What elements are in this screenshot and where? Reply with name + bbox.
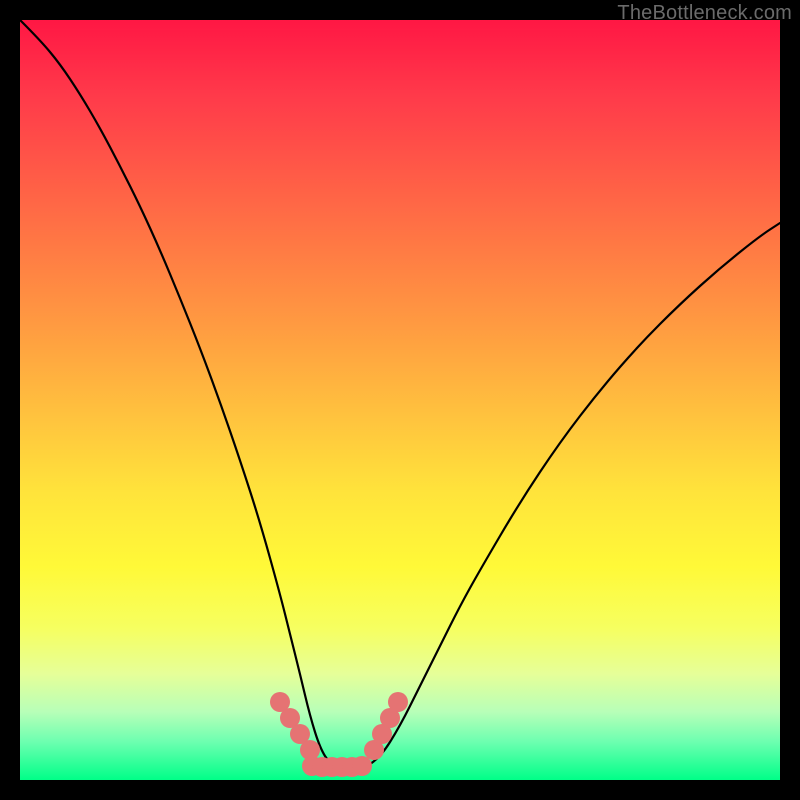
chart-svg <box>20 20 780 780</box>
plot-area <box>20 20 780 780</box>
bottleneck-curve <box>20 20 780 770</box>
marker-bottom-dot <box>352 756 372 776</box>
marker-right-dot <box>388 692 408 712</box>
trough-markers <box>270 692 408 777</box>
frame: TheBottleneck.com <box>0 0 800 800</box>
